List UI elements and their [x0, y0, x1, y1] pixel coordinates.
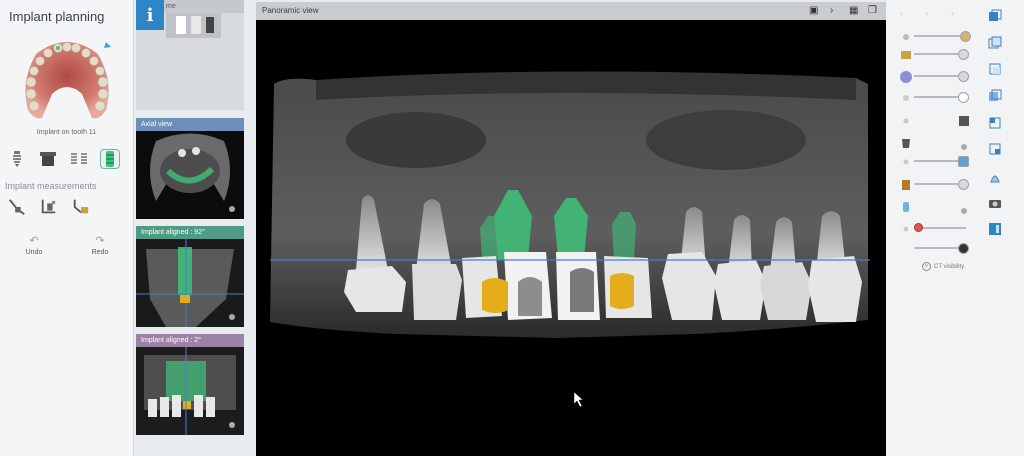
scan-icon	[900, 91, 912, 103]
dot-icon	[900, 155, 912, 167]
toggle-abutment-visibility[interactable]	[900, 114, 972, 126]
opacity-slider-bone[interactable]	[900, 30, 972, 42]
dot-icon	[900, 114, 912, 126]
opacity-slider-crown[interactable]	[900, 178, 972, 190]
thumbnail-label: Implant aligned : 92°	[136, 226, 244, 239]
view-top-icon[interactable]	[988, 89, 1002, 103]
slider-knob[interactable]	[960, 31, 971, 42]
panoramic-xray-image	[256, 20, 886, 456]
info-icon: i	[146, 4, 154, 26]
screenshot-icon[interactable]: ▣	[809, 5, 818, 16]
jaw-caption: Implant on tooth 11	[36, 129, 97, 136]
panoramic-header: Panoramic view ▣ › ▦ ❐	[256, 2, 886, 20]
ct-visibility-label: CT visibility	[934, 264, 965, 271]
tooth-view-icon[interactable]	[988, 170, 1002, 184]
ct-visibility-toggle[interactable]: v CT visibility	[922, 262, 964, 271]
panel-toggle-icon[interactable]	[988, 222, 1002, 236]
slider-knob[interactable]	[958, 156, 969, 167]
opacity-slider-nerve[interactable]	[900, 70, 972, 83]
undo-button[interactable]: ↶ Undo	[14, 234, 54, 256]
slider-knob[interactable]	[958, 49, 969, 60]
implant-icon[interactable]	[8, 150, 26, 168]
bone-icon	[900, 30, 912, 42]
view-back-icon[interactable]	[988, 116, 1002, 130]
angle-measure-icon[interactable]	[8, 198, 26, 216]
view-thumbnails: me Axial view Implant aligned : 92° Impl…	[136, 0, 245, 456]
selected-implant-icon[interactable]	[100, 149, 120, 169]
dot-icon	[960, 138, 968, 156]
panoramic-title: Panoramic view	[262, 6, 319, 15]
implant-aligned-image	[136, 347, 244, 435]
jaw-model-image[interactable]	[16, 34, 118, 122]
slider-knob[interactable]	[958, 92, 969, 103]
opacity-slider-implant[interactable]	[900, 155, 972, 167]
view-side-icon[interactable]	[988, 62, 1002, 76]
redo-icon: ↷	[95, 235, 105, 247]
panel-title: Implant planning	[9, 9, 105, 24]
thumbnail-implant-aligned-92[interactable]: Implant aligned : 92°	[136, 226, 244, 327]
opacity-slider-sleeve[interactable]	[900, 222, 972, 234]
multi-implant-icon[interactable]	[70, 150, 88, 168]
visibility-panel: ‹ › › v CT visibility	[886, 0, 1024, 456]
implant-aligned-image	[136, 239, 244, 327]
toggle-implant-visibility[interactable]	[900, 200, 972, 214]
toggle-tooth-visibility[interactable]	[900, 136, 972, 150]
implant-blue-icon	[900, 200, 912, 212]
abutment-icon[interactable]	[39, 150, 57, 168]
view-cube-icon[interactable]	[988, 9, 1002, 23]
dot-icon	[960, 202, 968, 220]
info-button[interactable]: i	[136, 0, 164, 30]
thumbnail-label: Implant aligned : 2°	[136, 334, 244, 347]
undo-icon: ↶	[29, 235, 39, 247]
abutment-dark-icon	[958, 114, 970, 132]
implant-toolbar	[8, 149, 120, 169]
layout-grid-icon[interactable]: ▦	[849, 5, 858, 16]
expand-arrow-icon[interactable]: ›	[830, 5, 833, 16]
thumbnail-axial-view[interactable]: Axial view	[136, 118, 244, 219]
opacity-slider-scan[interactable]	[900, 91, 972, 103]
disabled-nav-arrows: ‹ › ›	[900, 8, 964, 18]
opacity-slider-ct[interactable]	[900, 242, 972, 254]
dot-icon	[900, 222, 912, 234]
tooth-dark-icon	[900, 136, 912, 148]
slider-knob[interactable]	[958, 71, 969, 82]
camera-icon[interactable]	[988, 196, 1002, 210]
implant-planning-panel: Implant planning Implant on tooth 11 Imp…	[0, 0, 134, 456]
thumbnail-label: Axial view	[136, 118, 244, 131]
redo-button[interactable]: ↷ Redo	[80, 234, 120, 256]
opacity-slider-abutment[interactable]	[900, 48, 972, 60]
slider-knob[interactable]	[958, 243, 969, 254]
undo-label: Undo	[25, 249, 43, 256]
nerve-icon	[900, 70, 912, 83]
chevron-down-icon: v	[922, 262, 931, 271]
panoramic-view[interactable]: Panoramic view ▣ › ▦ ❐	[256, 2, 886, 456]
axial-view-image	[136, 131, 244, 219]
section-title-measurements: Implant measurements	[5, 181, 97, 191]
redo-label: Redo	[91, 249, 109, 256]
view-bottom-icon[interactable]	[988, 142, 1002, 156]
measurement-toolbar	[8, 198, 90, 216]
slider-knob[interactable]	[914, 223, 923, 232]
abutment-icon	[900, 48, 912, 60]
thumbnail-implant-aligned-2[interactable]: Implant aligned : 2°	[136, 334, 244, 435]
view-front-icon[interactable]	[988, 36, 1002, 50]
distance-measure-icon[interactable]	[40, 198, 58, 216]
bone-measure-icon[interactable]	[72, 198, 90, 216]
slider-knob[interactable]	[958, 179, 969, 190]
crown-icon	[900, 178, 912, 190]
restore-window-icon[interactable]: ❐	[868, 5, 877, 16]
